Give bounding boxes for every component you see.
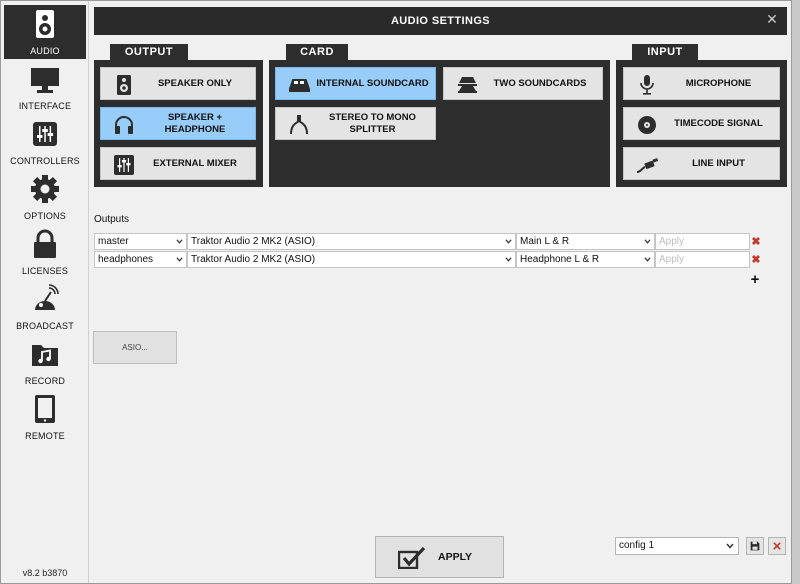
mixer-sliders-icon (114, 155, 134, 175)
chevron-down-icon (505, 257, 512, 262)
apply-button[interactable]: APPLY (375, 536, 504, 578)
sidebar-item-label: LICENSES (21, 266, 69, 276)
button-label: MICROPHONE (685, 77, 752, 89)
save-config-button[interactable] (746, 537, 764, 555)
select-value: headphones (98, 254, 154, 265)
output-name-select[interactable]: headphones (94, 251, 187, 268)
monitor-icon (31, 68, 59, 93)
chevron-down-icon (176, 239, 183, 244)
asio-config-button[interactable]: ASIO... (93, 331, 177, 364)
title-bar: AUDIO SETTINGS ✕ (94, 7, 787, 35)
sidebar-item-interface[interactable]: INTERFACE (4, 60, 86, 114)
sidebar-item-label: INTERFACE (18, 101, 72, 111)
sidebar-item-audio[interactable]: AUDIO (4, 5, 86, 59)
two-soundcards-button[interactable]: TWO SOUNDCARDS (443, 67, 603, 100)
two-soundcards-icon (458, 77, 477, 93)
output-device-select[interactable]: Traktor Audio 2 MK2 (ASIO) (187, 251, 516, 268)
music-folder-icon (32, 345, 58, 366)
jack-cable-icon (636, 158, 659, 173)
button-label: INTERNAL SOUNDCARD (316, 77, 429, 89)
button-label: TWO SOUNDCARDS (493, 77, 587, 89)
sidebar-item-record[interactable]: RECORD (4, 335, 86, 389)
sidebar-item-label: OPTIONS (24, 211, 66, 221)
mixer-sliders-icon (33, 122, 57, 146)
select-value: Headphone L & R (520, 254, 600, 265)
external-mixer-button[interactable]: EXTERNAL MIXER (100, 147, 256, 180)
speaker-headphone-button[interactable]: SPEAKER + HEADPHONE (100, 107, 256, 140)
sidebar-item-label: CONTROLLERS (10, 156, 80, 166)
sidebar-item-controllers[interactable]: CONTROLLERS (4, 115, 86, 169)
sidebar-item-broadcast[interactable]: BROADCAST (4, 280, 86, 334)
output-panel: SPEAKER ONLY SPEAKER + HEADPHONE EXTERNA… (94, 60, 263, 187)
close-icon[interactable]: ✕ (765, 12, 779, 26)
stereo-to-mono-splitter-button[interactable]: STEREO TO MONO SPLITTER (275, 107, 436, 140)
output-channels-select[interactable]: Headphone L & R (516, 251, 655, 268)
select-value: Main L & R (520, 236, 570, 247)
button-label: TIMECODE SIGNAL (674, 117, 763, 129)
speaker-icon (36, 10, 54, 38)
sidebar-item-label: RECORD (24, 376, 66, 386)
close-icon (773, 542, 781, 550)
lock-icon (34, 229, 56, 258)
output-group-label: OUTPUT (110, 44, 188, 60)
sidebar-item-licenses[interactable]: LICENSES (4, 225, 86, 279)
select-value: master (98, 236, 129, 247)
button-label: SPEAKER + HEADPHONE (164, 111, 226, 135)
delete-config-button[interactable] (768, 537, 786, 555)
chevron-down-icon (176, 257, 183, 262)
add-output-icon[interactable]: + (749, 272, 761, 287)
page-title: AUDIO SETTINGS (390, 15, 491, 27)
select-value: config 1 (619, 540, 655, 551)
input-panel: MICROPHONE TIMECODE SIGNAL LINE INPUT (616, 60, 787, 187)
output-device-select[interactable]: Traktor Audio 2 MK2 (ASIO) (187, 233, 516, 250)
delete-output-icon[interactable]: ✖ (751, 255, 761, 266)
input-group-label: INPUT (632, 44, 698, 60)
internal-soundcard-button[interactable]: INTERNAL SOUNDCARD (275, 67, 436, 100)
button-label: SPEAKER ONLY (157, 77, 233, 89)
card-panel: INTERNAL SOUNDCARD TWO SOUNDCARDS STEREO… (269, 60, 610, 187)
button-label: STEREO TO MONO SPLITTER (329, 111, 416, 135)
chevron-down-icon (505, 239, 512, 244)
apply-label: APPLY (438, 551, 473, 563)
settings-window: AUDIO INTERFACE CONTROLLERS OPTIONS LICE… (0, 0, 792, 584)
chevron-down-icon (644, 239, 651, 244)
button-label: LINE INPUT (692, 157, 745, 169)
outputs-label: Outputs (94, 214, 130, 225)
tablet-icon (35, 395, 55, 423)
select-value: Traktor Audio 2 MK2 (ASIO) (191, 236, 316, 247)
chevron-down-icon (726, 543, 734, 549)
chevron-down-icon (644, 257, 651, 262)
sidebar-item-label: BROADCAST (16, 321, 74, 331)
output-name-select[interactable]: master (94, 233, 187, 250)
sidebar-item-label: REMOTE (25, 431, 65, 441)
select-value: Traktor Audio 2 MK2 (ASIO) (191, 254, 316, 265)
sidebar-item-remote[interactable]: REMOTE (4, 390, 86, 444)
gear-icon (31, 175, 59, 203)
line-input-button[interactable]: LINE INPUT (623, 147, 780, 180)
headphones-icon (115, 116, 133, 134)
speaker-only-button[interactable]: SPEAKER ONLY (100, 67, 256, 100)
vinyl-icon (638, 116, 656, 134)
output-channels-select[interactable]: Main L & R (516, 233, 655, 250)
microphone-button[interactable]: MICROPHONE (623, 67, 780, 100)
sidebar-item-label: AUDIO (30, 46, 60, 56)
microphone-icon (640, 75, 654, 95)
delete-output-icon[interactable]: ✖ (751, 237, 761, 248)
output-apply-field[interactable]: Apply (655, 251, 750, 268)
soundcard-icon (288, 79, 310, 92)
config-select[interactable]: config 1 (615, 537, 739, 555)
broadcast-antenna-icon (35, 284, 59, 310)
checkbox-check-icon (398, 547, 426, 569)
speaker-icon (117, 75, 131, 95)
sidebar-item-options[interactable]: OPTIONS (4, 170, 86, 224)
timecode-signal-button[interactable]: TIMECODE SIGNAL (623, 107, 780, 140)
version-label: v8.2 b3870 (22, 568, 68, 578)
card-group-label: CARD (286, 44, 348, 60)
splitter-cable-icon (290, 115, 308, 135)
output-apply-field[interactable]: Apply (655, 233, 750, 250)
sidebar: AUDIO INTERFACE CONTROLLERS OPTIONS LICE… (1, 1, 89, 583)
floppy-disk-icon (750, 541, 760, 551)
button-label: EXTERNAL MIXER (153, 157, 237, 169)
